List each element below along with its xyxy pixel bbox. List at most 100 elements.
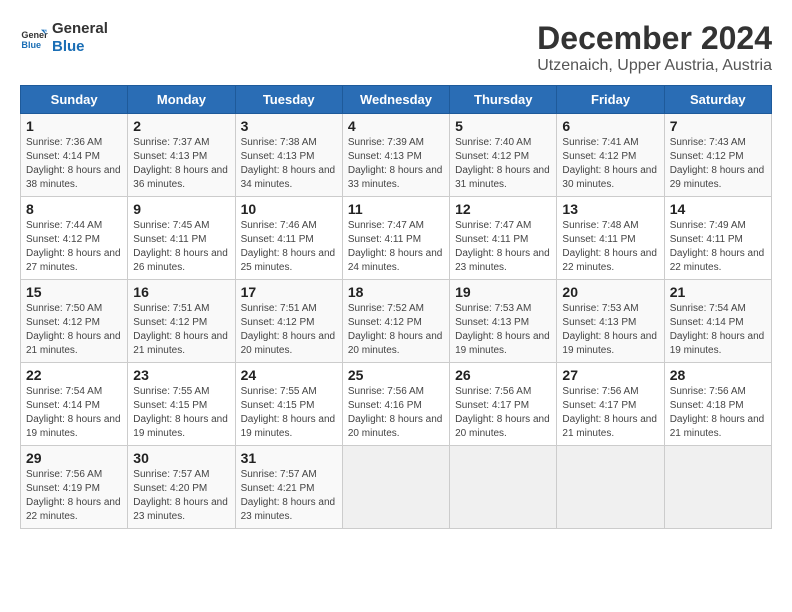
day-number: 5 — [455, 118, 551, 134]
day-number: 18 — [348, 284, 444, 300]
day-detail: Sunrise: 7:55 AM Sunset: 4:15 PM Dayligh… — [241, 385, 337, 441]
day-number: 3 — [241, 118, 337, 134]
day-number: 24 — [241, 367, 337, 383]
weekday-header: Monday — [128, 86, 235, 114]
calendar-cell: 6Sunrise: 7:41 AM Sunset: 4:12 PM Daylig… — [557, 114, 664, 197]
day-detail: Sunrise: 7:56 AM Sunset: 4:19 PM Dayligh… — [26, 468, 122, 524]
day-number: 31 — [241, 450, 337, 466]
subtitle: Utzenaich, Upper Austria, Austria — [537, 57, 772, 75]
day-number: 12 — [455, 201, 551, 217]
day-detail: Sunrise: 7:45 AM Sunset: 4:11 PM Dayligh… — [133, 219, 229, 275]
day-detail: Sunrise: 7:56 AM Sunset: 4:18 PM Dayligh… — [670, 385, 766, 441]
day-number: 23 — [133, 367, 229, 383]
calendar-cell: 5 Sunrise: 7:40 AM Sunset: 4:12 PM Daylig… — [450, 114, 557, 197]
calendar-cell: 10Sunrise: 7:46 AM Sunset: 4:11 PM Dayli… — [235, 197, 342, 280]
day-detail: Sunrise: 7:37 AM Sunset: 4:13 PM Dayligh… — [133, 136, 229, 192]
day-number: 17 — [241, 284, 337, 300]
day-number: 19 — [455, 284, 551, 300]
calendar-week-row: 22 Sunrise: 7:54 AM Sunset: 4:14 PM Dayli… — [21, 363, 772, 446]
day-number: 26 — [455, 367, 551, 383]
calendar-cell: 4 Sunrise: 7:39 AM Sunset: 4:13 PM Daylig… — [342, 114, 449, 197]
calendar-cell — [557, 446, 664, 529]
weekday-header: Sunday — [21, 86, 128, 114]
day-detail: Sunrise: 7:48 AM Sunset: 4:11 PM Dayligh… — [562, 219, 658, 275]
day-number: 14 — [670, 201, 766, 217]
day-number: 6 — [562, 118, 658, 134]
calendar-cell: 30 Sunrise: 7:57 AM Sunset: 4:20 PM Dayli… — [128, 446, 235, 529]
calendar-cell: 28 Sunrise: 7:56 AM Sunset: 4:18 PM Dayli… — [664, 363, 771, 446]
calendar-cell: 23 Sunrise: 7:55 AM Sunset: 4:15 PM Dayli… — [128, 363, 235, 446]
calendar-cell: 1 Sunrise: 7:36 AM Sunset: 4:14 PM Daylig… — [21, 114, 128, 197]
logo: General Blue General Blue — [20, 20, 108, 56]
day-number: 2 — [133, 118, 229, 134]
day-detail: Sunrise: 7:49 AM Sunset: 4:11 PM Dayligh… — [670, 219, 766, 275]
day-number: 20 — [562, 284, 658, 300]
calendar-cell: 11Sunrise: 7:47 AM Sunset: 4:11 PM Dayli… — [342, 197, 449, 280]
calendar-cell: 24 Sunrise: 7:55 AM Sunset: 4:15 PM Dayli… — [235, 363, 342, 446]
day-number: 27 — [562, 367, 658, 383]
calendar-cell: 25Sunrise: 7:56 AM Sunset: 4:16 PM Dayli… — [342, 363, 449, 446]
day-detail: Sunrise: 7:54 AM Sunset: 4:14 PM Dayligh… — [670, 302, 766, 358]
day-detail: Sunrise: 7:47 AM Sunset: 4:11 PM Dayligh… — [455, 219, 551, 275]
calendar-cell — [664, 446, 771, 529]
day-detail: Sunrise: 7:43 AM Sunset: 4:12 PM Dayligh… — [670, 136, 766, 192]
day-number: 11 — [348, 201, 444, 217]
day-detail: Sunrise: 7:53 AM Sunset: 4:13 PM Dayligh… — [455, 302, 551, 358]
calendar-cell: 3 Sunrise: 7:38 AM Sunset: 4:13 PM Daylig… — [235, 114, 342, 197]
calendar-cell: 2 Sunrise: 7:37 AM Sunset: 4:13 PM Daylig… — [128, 114, 235, 197]
day-detail: Sunrise: 7:57 AM Sunset: 4:21 PM Dayligh… — [241, 468, 337, 524]
weekday-header: Saturday — [664, 86, 771, 114]
day-number: 29 — [26, 450, 122, 466]
weekday-header-row: SundayMondayTuesdayWednesdayThursdayFrid… — [21, 86, 772, 114]
day-detail: Sunrise: 7:36 AM Sunset: 4:14 PM Dayligh… — [26, 136, 122, 192]
day-number: 1 — [26, 118, 122, 134]
calendar-cell: 22 Sunrise: 7:54 AM Sunset: 4:14 PM Dayli… — [21, 363, 128, 446]
calendar-week-row: 29 Sunrise: 7:56 AM Sunset: 4:19 PM Dayli… — [21, 446, 772, 529]
calendar-week-row: 1 Sunrise: 7:36 AM Sunset: 4:14 PM Daylig… — [21, 114, 772, 197]
calendar-cell: 17 Sunrise: 7:51 AM Sunset: 4:12 PM Dayli… — [235, 280, 342, 363]
title-area: December 2024 Utzenaich, Upper Austria, … — [537, 20, 772, 75]
day-detail: Sunrise: 7:40 AM Sunset: 4:12 PM Dayligh… — [455, 136, 551, 192]
day-detail: Sunrise: 7:39 AM Sunset: 4:13 PM Dayligh… — [348, 136, 444, 192]
weekday-header: Friday — [557, 86, 664, 114]
day-detail: Sunrise: 7:50 AM Sunset: 4:12 PM Dayligh… — [26, 302, 122, 358]
calendar-cell: 13 Sunrise: 7:48 AM Sunset: 4:11 PM Dayli… — [557, 197, 664, 280]
calendar-cell: 14 Sunrise: 7:49 AM Sunset: 4:11 PM Dayli… — [664, 197, 771, 280]
day-number: 22 — [26, 367, 122, 383]
calendar-cell: 21Sunrise: 7:54 AM Sunset: 4:14 PM Dayli… — [664, 280, 771, 363]
calendar-week-row: 15 Sunrise: 7:50 AM Sunset: 4:12 PM Dayli… — [21, 280, 772, 363]
logo-line1: General — [52, 20, 108, 38]
calendar-cell: 12 Sunrise: 7:47 AM Sunset: 4:11 PM Dayli… — [450, 197, 557, 280]
day-number: 30 — [133, 450, 229, 466]
day-number: 28 — [670, 367, 766, 383]
day-number: 7 — [670, 118, 766, 134]
day-detail: Sunrise: 7:38 AM Sunset: 4:13 PM Dayligh… — [241, 136, 337, 192]
day-detail: Sunrise: 7:53 AM Sunset: 4:13 PM Dayligh… — [562, 302, 658, 358]
day-detail: Sunrise: 7:56 AM Sunset: 4:17 PM Dayligh… — [562, 385, 658, 441]
day-detail: Sunrise: 7:52 AM Sunset: 4:12 PM Dayligh… — [348, 302, 444, 358]
day-detail: Sunrise: 7:56 AM Sunset: 4:16 PM Dayligh… — [348, 385, 444, 441]
calendar-cell — [342, 446, 449, 529]
day-number: 13 — [562, 201, 658, 217]
day-number: 4 — [348, 118, 444, 134]
weekday-header: Wednesday — [342, 86, 449, 114]
day-detail: Sunrise: 7:55 AM Sunset: 4:15 PM Dayligh… — [133, 385, 229, 441]
day-number: 9 — [133, 201, 229, 217]
calendar-week-row: 8Sunrise: 7:44 AM Sunset: 4:12 PM Daylig… — [21, 197, 772, 280]
calendar-table: SundayMondayTuesdayWednesdayThursdayFrid… — [20, 85, 772, 529]
calendar-cell: 29 Sunrise: 7:56 AM Sunset: 4:19 PM Dayli… — [21, 446, 128, 529]
logo-icon: General Blue — [20, 24, 48, 52]
calendar-cell — [450, 446, 557, 529]
day-number: 10 — [241, 201, 337, 217]
weekday-header: Tuesday — [235, 86, 342, 114]
calendar-cell: 20 Sunrise: 7:53 AM Sunset: 4:13 PM Dayli… — [557, 280, 664, 363]
calendar-cell: 7 Sunrise: 7:43 AM Sunset: 4:12 PM Daylig… — [664, 114, 771, 197]
day-detail: Sunrise: 7:54 AM Sunset: 4:14 PM Dayligh… — [26, 385, 122, 441]
main-title: December 2024 — [537, 20, 772, 57]
day-detail: Sunrise: 7:51 AM Sunset: 4:12 PM Dayligh… — [133, 302, 229, 358]
day-number: 16 — [133, 284, 229, 300]
svg-text:Blue: Blue — [21, 40, 41, 50]
day-detail: Sunrise: 7:57 AM Sunset: 4:20 PM Dayligh… — [133, 468, 229, 524]
day-detail: Sunrise: 7:51 AM Sunset: 4:12 PM Dayligh… — [241, 302, 337, 358]
day-number: 15 — [26, 284, 122, 300]
